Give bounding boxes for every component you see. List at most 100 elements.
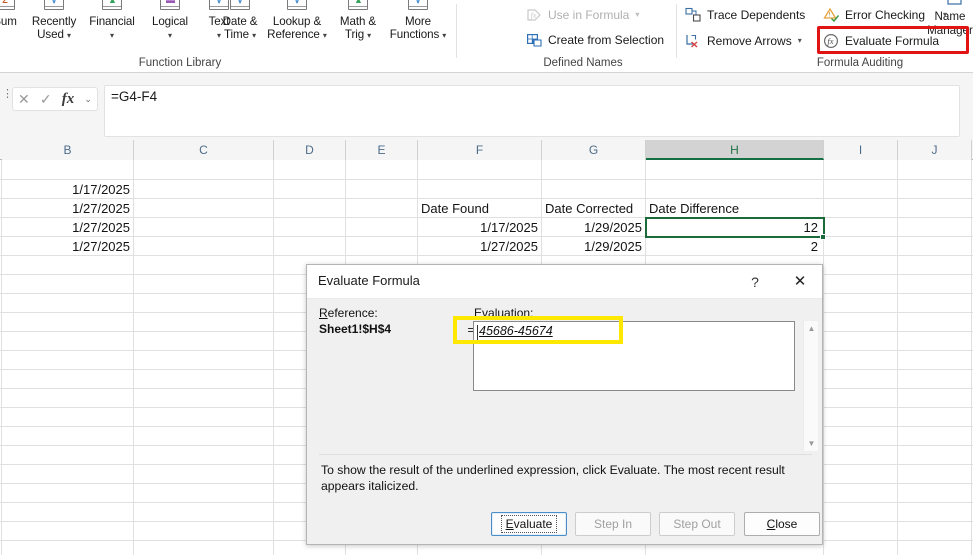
ribbon-group-formula-auditing: Trace Dependents Remove Arrows ▾ ! Error… [680,0,973,72]
step-out-button[interactable]: Step Out [659,512,735,536]
svg-text:!: ! [829,11,831,18]
evaluate-formula-dialog: Evaluate Formula ? ✕ RReference:eference… [306,264,823,545]
lookup-reference-button[interactable]: ∨ Lookup & Reference ▾ [262,0,332,50]
math-trig-icon: ▲ [345,0,371,14]
ribbon-group-defined-names: Name Manager fx Use in Formula ▾ Create … [458,0,973,72]
use-in-formula-button[interactable]: fx Use in Formula ▾ [526,5,639,24]
evaluate-formula-button[interactable]: fx Evaluate Formula [823,31,939,50]
chevron-down-icon[interactable]: ▾ [798,36,802,45]
remove-arrows-icon [685,33,702,49]
text-caret [477,325,478,340]
group-divider [676,4,677,58]
create-from-selection-label: Create from Selection [548,32,665,47]
function-library-group-label: Function Library [138,57,222,69]
column-header-G[interactable]: G [542,140,646,160]
table-row[interactable] [0,180,973,199]
help-icon[interactable]: ? [744,271,766,293]
more-functions-label-1: More [404,15,431,28]
table-row[interactable] [0,161,973,180]
trace-dependents-label: Trace Dependents [707,7,806,22]
cell-F3[interactable]: Date Found [419,199,543,218]
cell-H5[interactable]: 2 [646,237,820,256]
cell-B2[interactable]: 1/17/2025 [2,180,132,199]
cell-F5[interactable]: 1/27/2025 [418,237,540,256]
step-in-button[interactable]: Step In [575,512,651,536]
chevron-down-icon[interactable]: ▾ [110,31,114,40]
group-divider [456,4,457,58]
column-header-C[interactable]: C [134,140,274,160]
formula-bar-handle[interactable]: ⋮ [2,89,13,104]
math-trig-button[interactable]: ▲ Math & Trig ▾ [332,0,384,50]
chevron-down-icon[interactable]: ▾ [635,10,639,19]
financial-label: Financial [89,15,135,28]
chevron-down-icon[interactable]: ▾ [442,31,446,40]
chevron-down-icon[interactable]: ▾ [67,31,71,40]
chevron-down-icon[interactable]: ▾ [943,10,947,19]
evaluation-scrollbar[interactable]: ▲ ▼ [803,321,818,451]
dialog-help-text: To show the result of the underlined exp… [321,463,785,493]
close-icon[interactable]: ✕ [786,271,814,293]
logical-icon: ▬ [157,0,183,14]
dialog-title: Evaluate Formula [318,273,420,288]
remove-arrows-label: Remove Arrows [707,33,792,48]
financial-icon: ▲ [99,0,125,14]
cell-G4[interactable]: 1/29/2025 [542,218,644,237]
lookup-reference-label-1: Lookup & [272,15,322,28]
cell-F4[interactable]: 1/17/2025 [418,218,540,237]
recently-used-label-1: Recently [31,15,77,28]
more-functions-icon: ∨ [405,0,431,14]
column-header-I[interactable]: I [824,140,898,160]
column-header-F[interactable]: F [418,140,542,160]
remove-arrows-button[interactable]: Remove Arrows ▾ [685,31,802,50]
chevron-down-icon[interactable]: ▾ [168,31,172,40]
cell-B4[interactable]: 1/27/2025 [2,218,132,237]
financial-button[interactable]: ▲ Financial ▾ [84,0,140,50]
cell-B5[interactable]: 1/27/2025 [2,237,132,256]
date-time-button[interactable]: ∨ Date & Time ▾ [212,0,268,50]
column-header-B[interactable]: B [2,140,134,160]
cell-G5[interactable]: 1/29/2025 [542,237,644,256]
defined-names-group-label: Defined Names [543,57,623,69]
column-headers: B C D E F G H I J [0,140,973,160]
svg-text:fx: fx [827,36,833,46]
formula-input[interactable]: =G4-F4 [104,85,960,137]
autosum-button[interactable]: Σ Sum [0,0,28,50]
insert-function-icon[interactable]: fx [62,91,75,108]
error-checking-button[interactable]: ! Error Checking ▾ [823,5,947,24]
enter-icon[interactable]: ✓ [40,91,52,108]
chevron-down-icon[interactable]: ⌄ [84,94,92,105]
scroll-down-icon[interactable]: ▼ [804,436,819,451]
evaluate-formula-label: Evaluate Formula [845,33,940,48]
more-functions-button[interactable]: ∨ More Functions ▾ [382,0,454,50]
svg-text:fx: fx [531,11,537,20]
logical-label: Logical [151,15,189,28]
column-header-E[interactable]: E [346,140,418,160]
evaluate-formula-icon: fx [823,33,840,49]
cell-G3[interactable]: Date Corrected [543,199,653,218]
chevron-down-icon[interactable]: ▾ [252,31,256,40]
trace-dependents-button[interactable]: Trace Dependents [685,5,805,24]
create-from-selection-icon [526,32,543,48]
column-header-H[interactable]: H [646,140,824,160]
cancel-icon[interactable]: ✕ [18,91,30,108]
create-from-selection-button[interactable]: Create from Selection [526,30,664,49]
close-button[interactable]: CloseClose [744,512,820,536]
cell-H3[interactable]: Date Difference [647,199,825,218]
recently-used-button[interactable]: ∨ Recently Used ▾ [26,0,82,50]
evaluate-button[interactable]: Evaluate Evaluate [491,512,567,536]
autosum-icon: Σ [0,0,18,14]
math-trig-label-2: Trig [344,28,365,41]
column-header-D[interactable]: D [274,140,346,160]
more-functions-label-2: Functions [389,28,440,41]
scroll-up-icon[interactable]: ▲ [804,321,819,336]
chevron-down-icon[interactable]: ▾ [367,31,371,40]
chevron-down-icon[interactable]: ▾ [323,31,327,40]
lookup-reference-icon: ∨ [284,0,310,14]
evaluation-box[interactable]: 45686-45674 [473,321,795,391]
recently-used-icon: ∨ [41,0,67,14]
cell-B3[interactable]: 1/27/2025 [2,199,132,218]
cell-H4[interactable]: 12 [646,218,820,237]
fill-handle[interactable] [820,234,826,240]
column-header-J[interactable]: J [898,140,972,160]
logical-button[interactable]: ▬ Logical ▾ [142,0,198,50]
